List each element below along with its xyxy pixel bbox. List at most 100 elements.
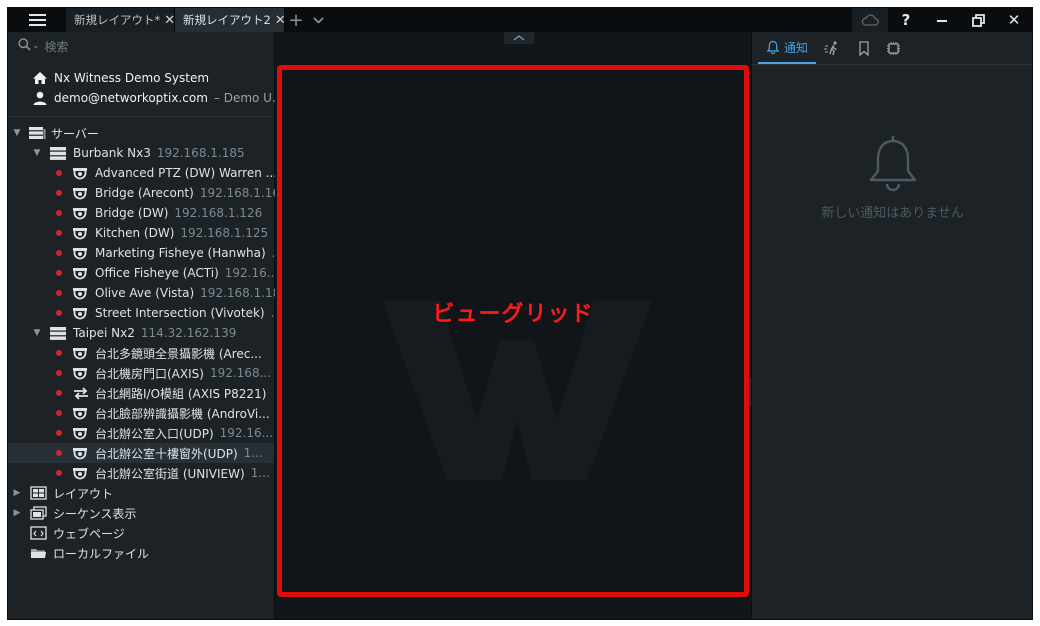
camera-name: 台北辦公室十樓窗外(UDP) <box>95 446 238 461</box>
search-input[interactable]: 検索 <box>45 38 69 55</box>
user-email: demo@networkoptix.com <box>54 91 208 105</box>
tree-camera[interactable]: 台北網路I/O模組 (AXIS P8221) <box>8 383 274 403</box>
camera-icon <box>72 246 90 260</box>
tree-server[interactable]: ▼ Taipei Nx2 114.32.162.139 <box>8 323 274 343</box>
tree-camera[interactable]: Advanced PTZ (DW) Warren ... <box>8 163 278 183</box>
camera-name: Advanced PTZ (DW) Warren ... <box>95 166 278 180</box>
tree-camera[interactable]: Bridge (DW) 192.168.1.126 <box>8 203 274 223</box>
camera-name: Kitchen (DW) <box>95 226 175 240</box>
folder-icon <box>30 546 48 560</box>
status-offline-icon <box>56 470 62 476</box>
expand-down-icon[interactable]: ▼ <box>12 128 22 138</box>
server-icon <box>50 326 68 340</box>
tree-group[interactable]: ▶ レイアウト <box>8 483 274 503</box>
user-role: – Demo U... <box>213 91 284 105</box>
chevron-down-icon[interactable] <box>307 8 329 32</box>
search-icon[interactable] <box>18 38 31 54</box>
group-label: ウェブページ <box>53 526 125 541</box>
restore-icon[interactable] <box>960 8 996 32</box>
camera-ip: 192.168... <box>209 366 272 380</box>
tree-camera[interactable]: 台北機房門口(AXIS) 192.168... <box>8 363 274 383</box>
showreel-icon <box>30 506 48 520</box>
servers-label: サーバー <box>51 126 99 141</box>
tree-camera[interactable]: Olive Ave (Vista) 192.168.1.184 <box>8 283 288 303</box>
tree-camera[interactable]: Office Fisheye (ACTi) 192.16... <box>8 263 278 283</box>
resource-tree-panel: ⌄ 検索 Nx Witness Demo System demo@network… <box>8 32 288 619</box>
status-offline-icon <box>56 310 62 316</box>
collapse-top-panel-button[interactable] <box>504 32 534 44</box>
tree-camera[interactable]: Street Intersection (Vivotek)... <box>8 303 282 323</box>
right-panel-tabs: 通知 <box>752 32 1032 65</box>
status-offline-icon <box>56 190 62 196</box>
notifications-panel: 通知 新しい通知はありません <box>751 32 1032 619</box>
plus-icon[interactable]: + <box>285 8 307 32</box>
view-grid[interactable]: ビューグリッド <box>277 65 749 597</box>
camera-name: Street Intersection (Vivotek) <box>95 306 265 320</box>
motion-icon <box>824 40 837 55</box>
status-offline-icon <box>56 430 62 436</box>
tree-camera[interactable]: 台北臉部辨識攝影機 (AndroVi... <box>8 403 274 423</box>
status-offline-icon <box>56 390 62 396</box>
camera-name: 台北辦公室入口(UDP) <box>95 426 214 441</box>
tree-camera[interactable]: Bridge (Arecont) 192.168.1.169 <box>8 183 288 203</box>
tab-analytics[interactable] <box>878 32 909 64</box>
expand-down-icon[interactable]: ▼ <box>32 328 42 338</box>
expand-right-icon[interactable]: ▶ <box>12 488 22 498</box>
hamburger-icon <box>28 14 46 26</box>
tab-layout-2[interactable]: 新規レイアウト2 ✕ <box>175 8 286 32</box>
system-name-row[interactable]: Nx Witness Demo System <box>32 68 274 88</box>
expand-right-icon[interactable]: ▶ <box>12 508 22 518</box>
user-row[interactable]: demo@networkoptix.com – Demo U... <box>32 88 283 108</box>
close-icon[interactable]: ✕ <box>996 8 1032 32</box>
tree-camera[interactable]: 台北辦公室街道 (UNIVIEW) 1... <box>8 463 274 483</box>
bookmark-icon <box>859 40 869 56</box>
question-icon[interactable]: ? <box>888 8 924 32</box>
status-offline-icon <box>56 250 62 256</box>
camera-icon <box>72 406 90 420</box>
bell-icon <box>869 136 916 192</box>
tab-motion[interactable] <box>816 32 850 64</box>
camera-name: Office Fisheye (ACTi) <box>95 266 219 280</box>
chevron-down-icon[interactable]: ⌄ <box>32 41 40 51</box>
tree-camera[interactable]: 台北辦公室入口(UDP) 192.16... <box>8 423 274 443</box>
tree-server[interactable]: ▼ Burbank Nx3 192.168.1.185 <box>8 143 274 163</box>
search-bar[interactable]: ⌄ 検索 <box>8 32 274 60</box>
camera-ip: 192.16... <box>219 426 274 440</box>
camera-name: 台北多鏡頭全景攝影機 (Arec... <box>95 346 262 361</box>
tree-group[interactable]: ウェブページ <box>8 523 274 543</box>
group-label: レイアウト <box>53 486 114 501</box>
tree-camera[interactable]: 台北辦公室十樓窗外(UDP) 1... <box>8 443 274 463</box>
tree-camera[interactable]: 台北多鏡頭全景攝影機 (Arec... <box>8 343 274 363</box>
tab-layout-1[interactable]: 新規レイアウト* ✕ <box>66 8 175 32</box>
server-name: Taipei Nx2 <box>73 326 135 340</box>
expand-down-icon[interactable]: ▼ <box>32 148 42 158</box>
io-module-icon <box>72 386 90 400</box>
main-menu-button[interactable] <box>8 8 66 32</box>
camera-name: Bridge (DW) <box>95 206 169 220</box>
tree-group[interactable]: ローカルファイル <box>8 543 274 563</box>
title-bar: 新規レイアウト* ✕ 新規レイアウト2 ✕ + ? ✕ <box>8 8 1032 32</box>
tree-servers-group[interactable]: ▼ サーバー <box>8 123 274 143</box>
minimize-icon[interactable] <box>924 8 960 32</box>
chip-icon <box>887 41 901 55</box>
status-offline-icon <box>56 270 62 276</box>
camera-icon <box>72 186 90 200</box>
tree-camera[interactable]: Marketing Fisheye (Hanwha)... <box>8 243 283 263</box>
tree-group[interactable]: ▶ シーケンス表示 <box>8 503 274 523</box>
camera-icon <box>72 366 90 380</box>
tree-camera[interactable]: Kitchen (DW) 192.168.1.125 <box>8 223 274 243</box>
cloud-icon[interactable] <box>852 8 888 32</box>
tab-close-icon[interactable]: ✕ <box>164 13 175 28</box>
user-icon <box>32 91 48 105</box>
tab-bookmarks[interactable] <box>850 32 878 64</box>
status-offline-icon <box>56 230 62 236</box>
view-grid-label: ビューグリッド <box>432 302 594 327</box>
scene-area: ビューグリッド <box>275 32 751 619</box>
camera-ip: 192.168.1.125 <box>180 226 269 240</box>
camera-name: Marketing Fisheye (Hanwha) <box>95 246 266 260</box>
tab-notifications[interactable]: 通知 <box>758 32 817 64</box>
chevron-up-icon <box>513 35 525 41</box>
camera-icon <box>72 306 90 320</box>
server-icon <box>50 146 68 160</box>
camera-icon <box>72 286 90 300</box>
